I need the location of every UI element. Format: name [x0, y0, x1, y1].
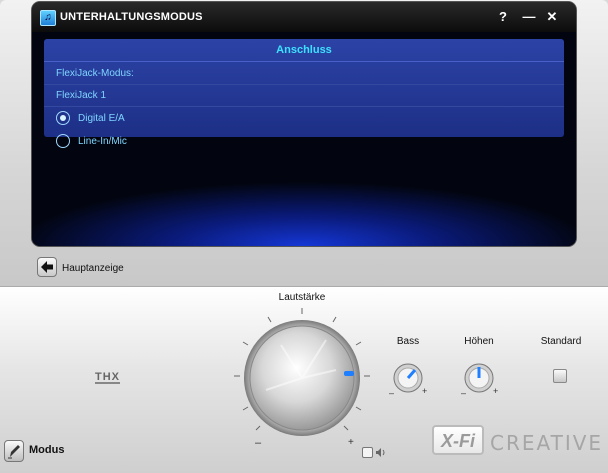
close-button[interactable]: ✕: [543, 8, 561, 26]
top-panel: ♫ UNTERHALTUNGSMODUS ? — ✕ Anschluss Fle…: [0, 0, 608, 286]
volume-min: –: [255, 437, 262, 449]
connection-section: Anschluss FlexiJack-Modus: FlexiJack 1 D…: [44, 39, 564, 137]
creative-logo: CREATIVE: [490, 431, 604, 455]
divider: [44, 106, 564, 107]
xfi-logo: X-Fi: [432, 425, 484, 455]
mode-button[interactable]: [4, 440, 24, 462]
section-title: Anschluss: [44, 39, 564, 62]
radio-digital-io[interactable]: [56, 111, 70, 125]
radio-digital-io-label[interactable]: Digital E/A: [78, 113, 125, 124]
minimize-button[interactable]: —: [520, 8, 538, 26]
back-button[interactable]: [37, 257, 57, 277]
pen-icon: [8, 445, 20, 459]
arrow-left-icon: [41, 261, 53, 273]
main-display-label[interactable]: Hauptanzeige: [62, 263, 124, 274]
flexijack-mode-label: FlexiJack-Modus:: [56, 68, 134, 79]
bass-min: –: [389, 388, 395, 398]
app-icon: ♫: [40, 10, 56, 26]
treble-max: +: [493, 386, 499, 396]
treble-min: –: [461, 388, 467, 398]
volume-knob[interactable]: [226, 300, 378, 452]
mute-button[interactable]: [362, 447, 373, 458]
mode-label[interactable]: Modus: [29, 444, 64, 456]
standard-label: Standard: [540, 336, 582, 347]
window-title: UNTERHALTUNGSMODUS: [60, 11, 203, 23]
bass-max: +: [422, 386, 428, 396]
help-button[interactable]: ?: [494, 8, 512, 26]
divider: [44, 84, 564, 85]
thx-logo: THX: [95, 371, 120, 384]
speaker-icon: [376, 448, 385, 457]
radio-line-in-mic[interactable]: [56, 134, 70, 148]
radio-line-in-mic-label[interactable]: Line-In/Mic: [78, 136, 127, 147]
volume-max: +: [348, 437, 354, 448]
standard-button[interactable]: [553, 369, 567, 383]
flexijack-value: FlexiJack 1: [56, 90, 107, 101]
display-screen: ♫ UNTERHALTUNGSMODUS ? — ✕ Anschluss Fle…: [32, 2, 576, 246]
title-bar: ♫ UNTERHALTUNGSMODUS ? — ✕: [32, 2, 576, 32]
treble-label: Höhen: [464, 336, 494, 347]
bass-label: Bass: [396, 336, 420, 347]
